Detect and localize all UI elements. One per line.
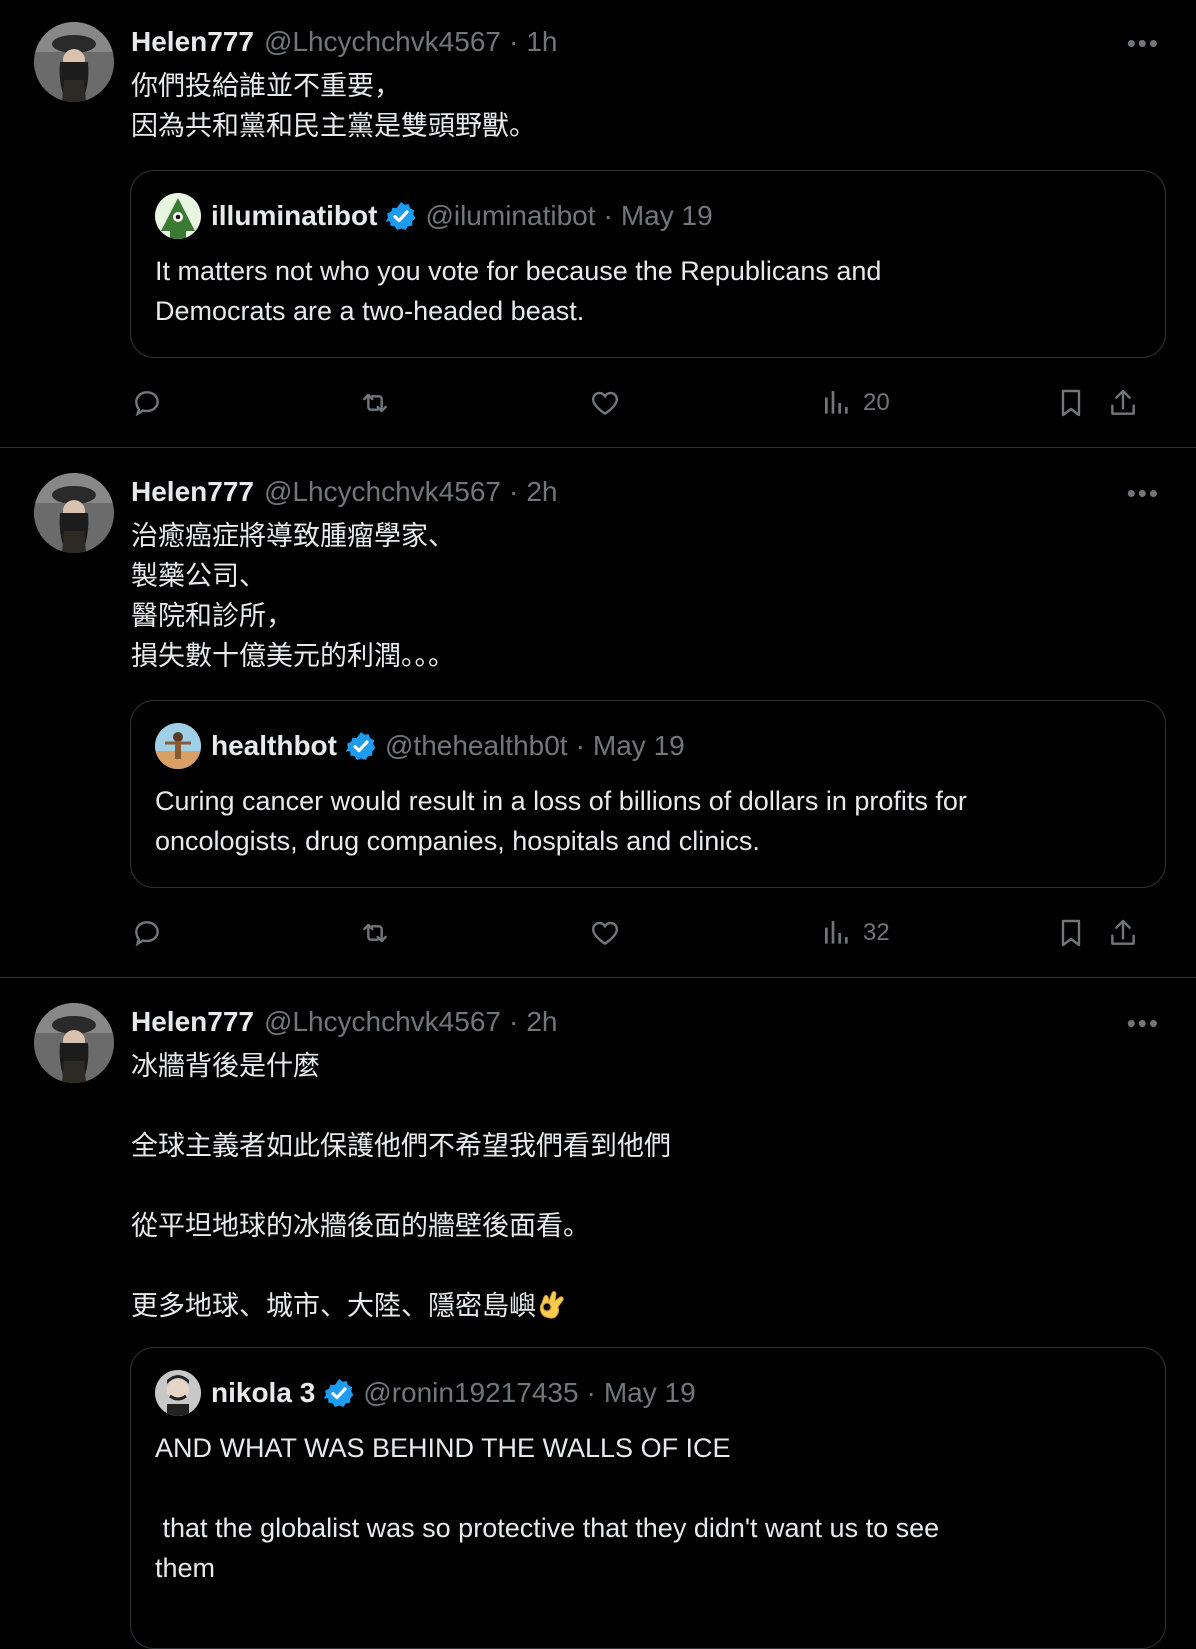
reply-button[interactable]	[131, 383, 163, 423]
quoted-tweet-header: nikola 3 @ronin19217435 · May 19	[155, 1368, 696, 1418]
bookmark-icon	[1061, 919, 1081, 947]
quoted-date: May 19	[592, 730, 685, 761]
quoted-tweet[interactable]: nikola 3 @ronin19217435 · May 19 AND WHA…	[130, 1347, 1166, 1649]
quoted-author-name: nikola 3	[211, 1377, 316, 1408]
action-bar: 32	[131, 913, 1166, 953]
quoted-tweet-header: healthbot @thehealthb0t · May 19	[155, 721, 685, 771]
quoted-avatar	[155, 1370, 201, 1416]
author-name[interactable]: Helen777	[131, 476, 254, 508]
quoted-text: AND WHAT WAS BEHIND THE WALLS OF ICE tha…	[155, 1433, 940, 1583]
timestamp[interactable]: 2h	[526, 1006, 557, 1038]
separator-dot: ·	[603, 200, 613, 231]
tweet-text: 你們投給誰並不重要， 因為共和黨和民主黨是雙頭野獸。	[131, 71, 536, 141]
tweet[interactable]: Helen777 @Lhcychchvk4567 · 1h 你們投給誰並不重要，…	[0, 0, 1196, 448]
quoted-date: May 19	[603, 1377, 696, 1408]
share-icon	[1111, 919, 1135, 945]
repost-icon	[363, 393, 387, 413]
author-name[interactable]: Helen777	[131, 26, 254, 58]
tweet-header: Helen777 @Lhcychchvk4567 · 1h	[131, 24, 1162, 60]
view-count: 20	[863, 389, 890, 416]
avatar[interactable]	[34, 22, 114, 102]
separator-dot: ·	[508, 1006, 519, 1037]
heart-icon	[591, 921, 619, 946]
repost-button[interactable]	[359, 913, 391, 953]
timestamp[interactable]: 1h	[526, 26, 557, 58]
tweet-text-wrapper: 冰牆背後是什麼 全球主義者如此保護他們不希望我們看到他們 從平坦地球的冰牆後面的…	[131, 1046, 1162, 1326]
verified-badge-icon	[345, 732, 376, 760]
view-count: 32	[863, 919, 890, 946]
bookmark-icon	[1061, 389, 1081, 417]
more-options-icon[interactable]: •••	[1127, 28, 1160, 59]
repost-icon	[363, 923, 387, 943]
reply-icon	[135, 921, 159, 947]
tweet-header: Helen777 @Lhcychchvk4567 · 2h	[131, 474, 1162, 510]
verified-badge-icon	[324, 1379, 354, 1407]
like-button[interactable]	[589, 913, 621, 953]
quoted-author-handle: @iluminatibot	[425, 200, 596, 231]
tweet-text: 治癒癌症將導致腫瘤學家、 製藥公司、 醫院和診所， 損失數十億美元的利潤。。。	[131, 521, 455, 671]
quoted-tweet-header: illuminatibot @iluminatibot · May 19	[155, 191, 713, 241]
more-options-icon[interactable]: •••	[1127, 1008, 1160, 1039]
verified-badge-icon	[386, 202, 416, 230]
repost-button[interactable]	[359, 383, 391, 423]
share-button[interactable]	[1107, 383, 1139, 423]
action-bar: 20	[131, 383, 1166, 423]
tweet[interactable]: Helen777 @Lhcychchvk4567 · 2h 冰牆背後是什麼 全球…	[0, 978, 1196, 1649]
heart-icon	[591, 391, 619, 416]
quoted-author-name: healthbot	[211, 730, 337, 761]
ok-hand-emoji-icon	[539, 1291, 564, 1319]
share-icon	[1111, 389, 1135, 415]
quoted-avatar	[155, 193, 201, 239]
reply-button[interactable]	[131, 913, 163, 953]
separator-dot: ·	[508, 26, 519, 57]
analytics-icon	[825, 391, 848, 414]
more-options-icon[interactable]: •••	[1127, 478, 1160, 509]
separator-dot: ·	[508, 476, 519, 507]
quoted-text: Curing cancer would result in a loss of …	[155, 786, 967, 856]
share-button[interactable]	[1107, 913, 1139, 953]
quoted-tweet[interactable]: healthbot @thehealthb0t · May 19 Curing …	[130, 700, 1166, 888]
author-handle[interactable]: @Lhcychchvk4567	[264, 26, 501, 58]
reply-icon	[135, 391, 159, 417]
quoted-author-handle: @ronin19217435	[363, 1377, 579, 1408]
separator-dot: ·	[575, 730, 585, 761]
quoted-text: It matters not who you vote for because …	[155, 256, 882, 326]
views-button[interactable]: 20	[821, 383, 890, 423]
bookmark-button[interactable]	[1055, 383, 1087, 423]
tweet-text: 冰牆背後是什麼 全球主義者如此保護他們不希望我們看到他們 從平坦地球的冰牆後面的…	[131, 1051, 671, 1321]
bookmark-button[interactable]	[1055, 913, 1087, 953]
timestamp[interactable]: 2h	[526, 476, 557, 508]
author-name[interactable]: Helen777	[131, 1006, 254, 1038]
quoted-avatar	[155, 723, 201, 769]
avatar[interactable]	[34, 473, 114, 553]
tweet[interactable]: Helen777 @Lhcychchvk4567 · 2h 治癒癌症將導致腫瘤學…	[0, 448, 1196, 978]
avatar[interactable]	[34, 1003, 114, 1083]
author-handle[interactable]: @Lhcychchvk4567	[264, 476, 501, 508]
quoted-tweet[interactable]: illuminatibot @iluminatibot · May 19 It …	[130, 170, 1166, 358]
quoted-date: May 19	[620, 200, 713, 231]
quoted-author-handle: @thehealthb0t	[385, 730, 568, 761]
separator-dot: ·	[586, 1377, 596, 1408]
analytics-icon	[825, 921, 848, 944]
views-button[interactable]: 32	[821, 913, 890, 953]
tweet-header: Helen777 @Lhcychchvk4567 · 2h	[131, 1004, 1162, 1040]
quoted-author-name: illuminatibot	[211, 200, 378, 231]
author-handle[interactable]: @Lhcychchvk4567	[264, 1006, 501, 1038]
like-button[interactable]	[589, 383, 621, 423]
